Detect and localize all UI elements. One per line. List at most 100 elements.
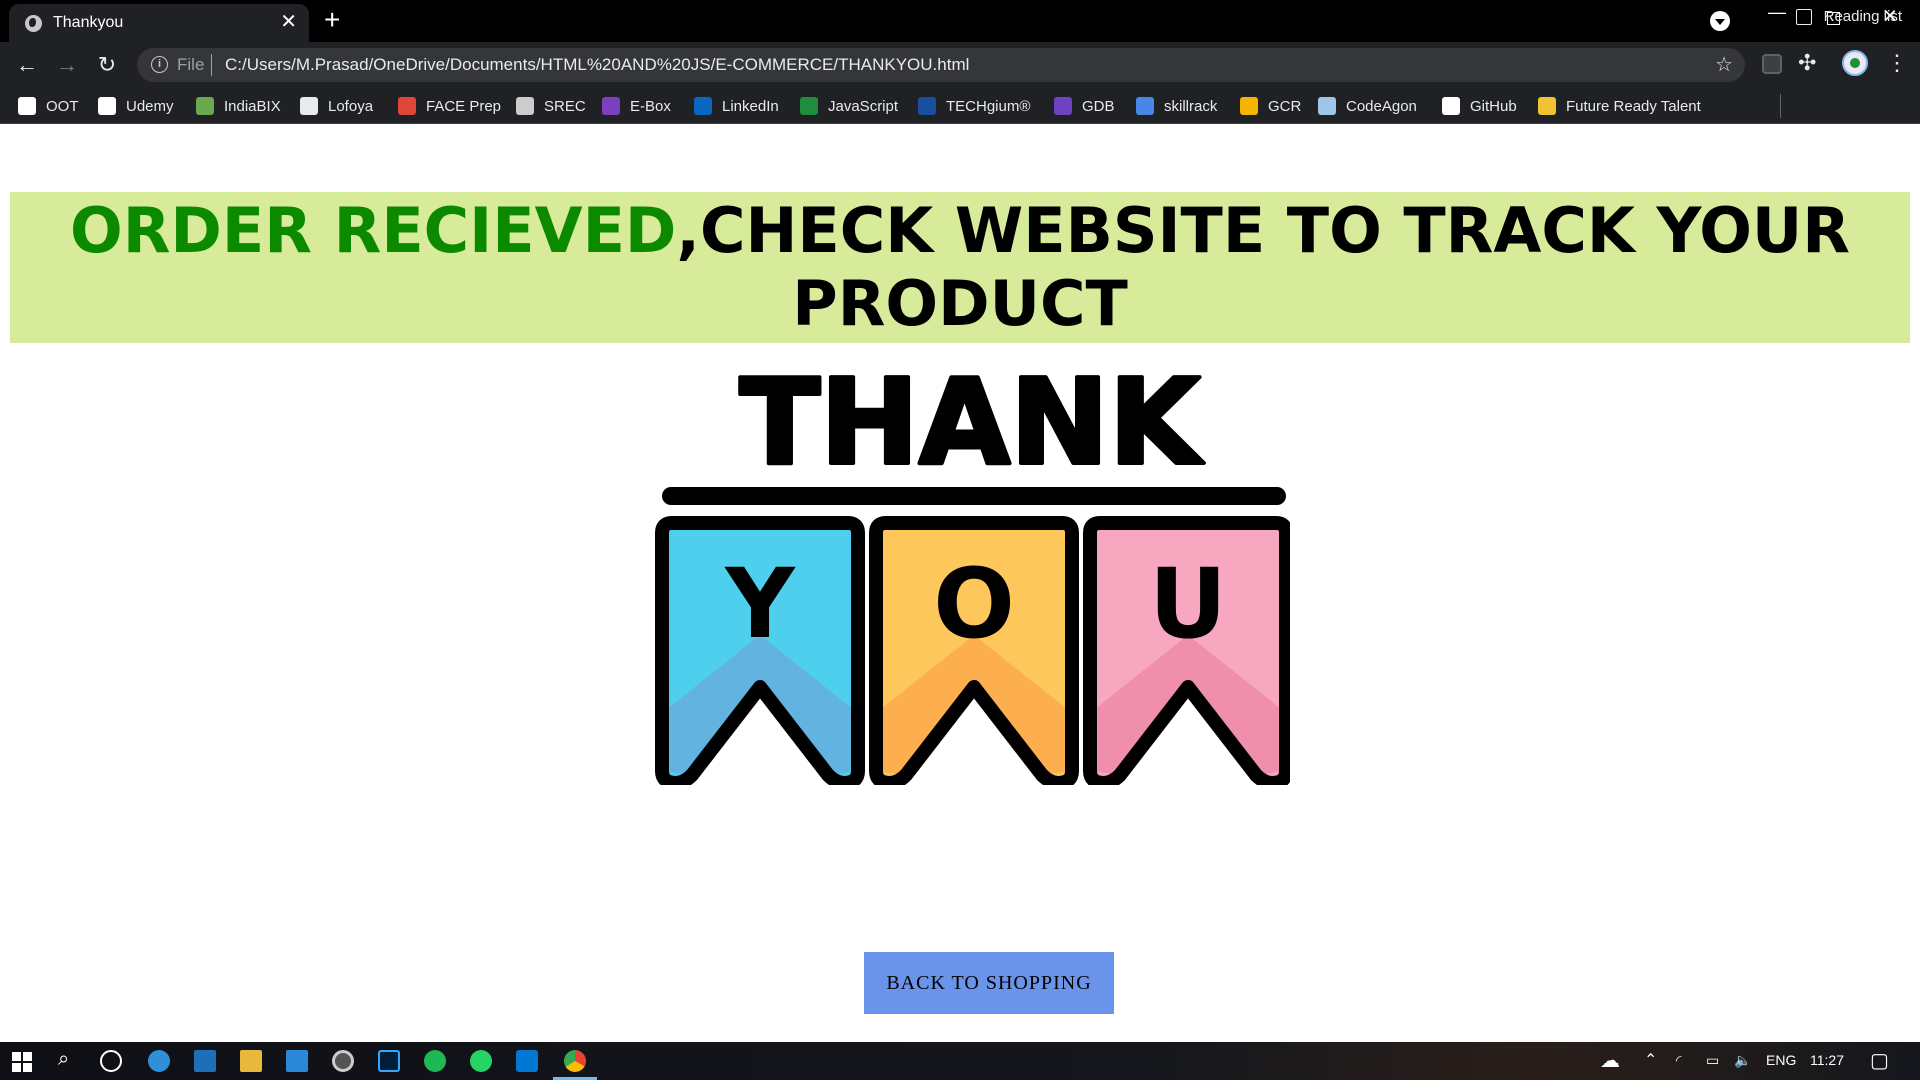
language-indicator[interactable]: ENG: [1766, 1052, 1796, 1068]
bookmark-srec[interactable]: SREC: [516, 96, 586, 116]
wifi-icon[interactable]: ◜: [1676, 1052, 1681, 1069]
bookmark-face-prep[interactable]: FACE Prep: [398, 96, 501, 116]
bookmark-label: E-Box: [630, 97, 671, 115]
taskbar-search-icon[interactable]: ⌕: [58, 1048, 80, 1070]
bookmark-label: OOT: [46, 97, 79, 115]
flag-u: U: [1083, 516, 1290, 785]
extensions-puzzle-icon[interactable]: ✣: [1798, 50, 1816, 76]
profile-avatar[interactable]: [1842, 50, 1868, 76]
bookmark-label: Future Ready Talent: [1566, 97, 1701, 115]
bookmark-favicon-icon: [800, 97, 818, 115]
bookmark-star-icon[interactable]: ☆: [1715, 52, 1733, 77]
browser-toolbar: ← → ↻ i File C:/Users/M.Prasad/OneDrive/…: [0, 42, 1920, 88]
reload-icon[interactable]: ↻: [92, 50, 122, 80]
extension-icon[interactable]: [1762, 54, 1782, 74]
bookmark-favicon-icon: [694, 97, 712, 115]
cortana-icon[interactable]: [100, 1050, 122, 1072]
reading-list-label: Reading list: [1823, 8, 1902, 25]
whatsapp-icon[interactable]: [470, 1050, 492, 1072]
page-content: ORDER RECIEVED,CHECK WEBSITE TO TRACK YO…: [0, 125, 1920, 1042]
chrome-icon[interactable]: [564, 1050, 586, 1072]
clock[interactable]: 11:27: [1810, 1052, 1844, 1068]
bookmark-label: LinkedIn: [722, 97, 779, 115]
bookmark-oot[interactable]: OOT: [18, 96, 79, 116]
volume-icon[interactable]: 🔈: [1734, 1052, 1751, 1069]
battery-icon[interactable]: ▭: [1706, 1052, 1719, 1069]
bookmark-codeagon[interactable]: CodeAgon: [1318, 96, 1417, 116]
bookmark-gcr[interactable]: GCR: [1240, 96, 1301, 116]
photos-icon[interactable]: [194, 1050, 216, 1072]
forward-arrow-icon[interactable]: →: [52, 50, 82, 80]
bookmark-favicon-icon: [602, 97, 620, 115]
photoshop-icon[interactable]: [378, 1050, 400, 1072]
flag-letter: Y: [724, 548, 796, 660]
banner-string: [662, 487, 1286, 505]
flag-o: O: [869, 516, 1079, 785]
weather-icon[interactable]: ☁: [1600, 1048, 1620, 1073]
flag-letter: U: [1149, 548, 1227, 660]
bookmark-label: GitHub: [1470, 97, 1517, 115]
bookmark-udemy[interactable]: Udemy: [98, 96, 174, 116]
flag-letter: O: [933, 548, 1015, 660]
globe-favicon-icon: [25, 15, 42, 32]
spotify-icon[interactable]: [424, 1050, 446, 1072]
close-tab-icon[interactable]: ✕: [280, 12, 297, 32]
show-hidden-icons-chevron-icon[interactable]: ⌃: [1644, 1050, 1657, 1070]
notifications-icon[interactable]: ▢: [1870, 1048, 1889, 1073]
bookmark-label: Lofoya: [328, 97, 374, 115]
url-text[interactable]: C:/Users/M.Prasad/OneDrive/Documents/HTM…: [225, 55, 969, 75]
back-to-shopping-button[interactable]: BACK TO SHOPPING: [864, 952, 1114, 1014]
tab-title: Thankyou: [53, 14, 124, 31]
reading-list-icon: [1795, 8, 1812, 25]
bookmark-skillrack[interactable]: skillrack: [1136, 96, 1217, 116]
bookmark-label: skillrack: [1164, 97, 1218, 115]
bookmark-javascript[interactable]: JavaScript: [800, 96, 898, 116]
bookmark-label: Udemy: [126, 97, 174, 115]
bookmark-label: SREC: [544, 97, 586, 115]
vscode-icon[interactable]: [516, 1050, 538, 1072]
bookmark-techgium[interactable]: TECHgium®: [918, 96, 1030, 116]
back-arrow-icon[interactable]: ←: [12, 50, 42, 80]
bookmark-favicon-icon: [196, 97, 214, 115]
bookmark-indiabix[interactable]: IndiaBIX: [196, 96, 281, 116]
browser-menu-icon[interactable]: ⋮: [1886, 50, 1908, 76]
edge-icon[interactable]: [148, 1050, 170, 1072]
browser-tab-strip: Thankyou ✕ + — ✕: [0, 0, 1920, 42]
track-product-text: ,CHECK WEBSITE TO TRACK YOUR PRODUCT: [676, 194, 1850, 340]
order-status-banner: ORDER RECIEVED,CHECK WEBSITE TO TRACK YO…: [10, 192, 1910, 343]
windows-taskbar: ⌕ ☁ ⌃ ◜ ▭ 🔈 ENG 11:27 ▢: [0, 1042, 1920, 1080]
bookmarks-bar: OOT Udemy IndiaBIX Lofoya FACE Prep SREC E-Box…: [0, 88, 1920, 124]
bookmark-github[interactable]: GitHub: [1442, 96, 1517, 116]
bookmark-gdb[interactable]: GDB: [1054, 96, 1115, 116]
minimize-window-button[interactable]: —: [1762, 2, 1792, 23]
media-player-icon[interactable]: [332, 1050, 354, 1072]
mail-icon[interactable]: [286, 1050, 308, 1072]
bookmark-label: GCR: [1268, 97, 1302, 115]
bookmark-label: CodeAgon: [1346, 97, 1417, 115]
bookmark-favicon-icon: [516, 97, 534, 115]
bookmark-favicon-icon: [1136, 97, 1154, 115]
reading-list-button[interactable]: Reading list: [1795, 8, 1902, 25]
bookmark-favicon-icon: [18, 97, 36, 115]
order-received-text: ORDER RECIEVED: [69, 194, 677, 267]
bookmark-favicon-icon: [1054, 97, 1072, 115]
bookmark-favicon-icon: [1538, 97, 1556, 115]
bookmark-future-ready-talent[interactable]: Future Ready Talent: [1538, 96, 1701, 116]
bookmark-lofoya[interactable]: Lofoya: [300, 96, 373, 116]
bookmark-favicon-icon: [98, 97, 116, 115]
address-bar[interactable]: i File C:/Users/M.Prasad/OneDrive/Docume…: [137, 48, 1745, 82]
flag-y: Y: [655, 516, 865, 785]
file-explorer-icon[interactable]: [240, 1050, 262, 1072]
url-separator: [211, 54, 212, 76]
bookmark-e-box[interactable]: E-Box: [602, 96, 671, 116]
bookmark-favicon-icon: [398, 97, 416, 115]
new-tab-button[interactable]: +: [324, 6, 340, 34]
bookmark-linkedin[interactable]: LinkedIn: [694, 96, 779, 116]
windows-start-icon[interactable]: [12, 1052, 32, 1072]
tab-search-icon[interactable]: [1710, 11, 1730, 31]
bookmark-favicon-icon: [1240, 97, 1258, 115]
site-info-icon[interactable]: i: [151, 56, 168, 73]
active-tab[interactable]: Thankyou ✕: [9, 4, 309, 42]
bookmark-favicon-icon: [1318, 97, 1336, 115]
thank-you-illustration: THANK Y O U: [655, 365, 1290, 785]
